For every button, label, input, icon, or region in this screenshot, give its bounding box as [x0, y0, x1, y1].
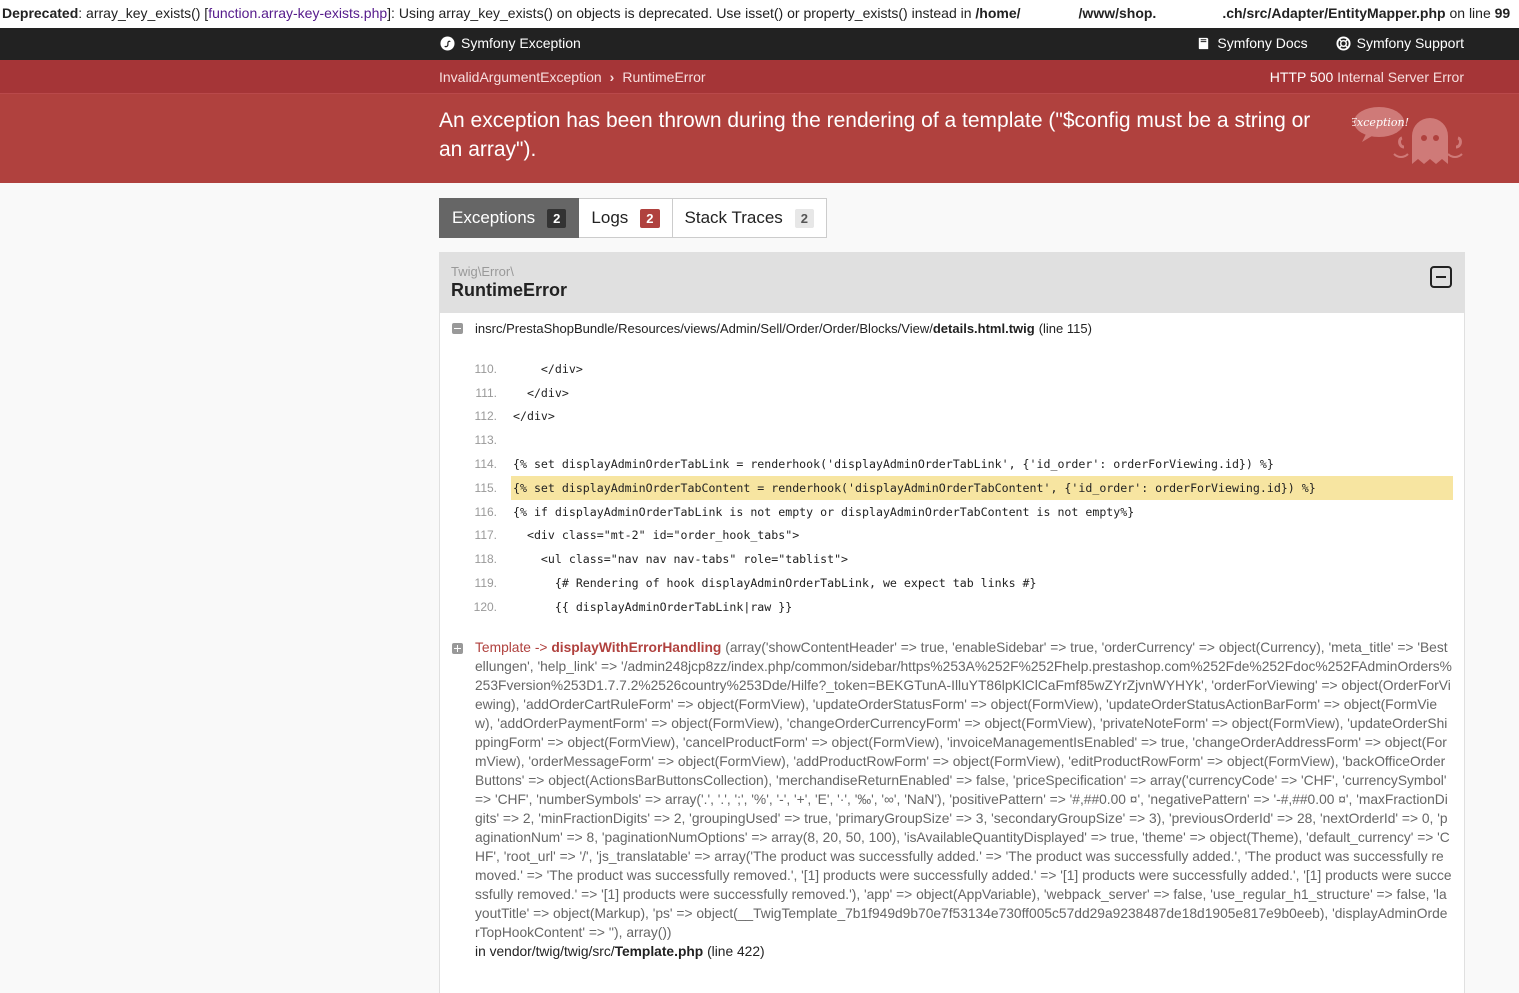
exception-ghost-icon: Exception! — [1352, 107, 1463, 164]
line-number: 113. — [474, 433, 497, 448]
exception-header: An exception has been thrown during the … — [0, 94, 1519, 183]
symfony-support-link[interactable]: Symfony Support — [1336, 35, 1464, 51]
tab-stack-traces[interactable]: Stack Traces 2 — [672, 198, 828, 238]
exception-class: RuntimeError — [451, 280, 568, 300]
breadcrumb-item-1: InvalidArgumentException — [439, 69, 602, 85]
line-source: {% if displayAdminOrderTabLink is not em… — [513, 504, 1135, 519]
http-status: HTTP 500 Internal Server Error — [1270, 69, 1464, 85]
symfony-logo-icon — [440, 35, 455, 51]
tab-logs[interactable]: Logs 2 — [579, 198, 673, 238]
brand-title: Symfony Exception — [461, 35, 581, 51]
docs-label: Symfony Docs — [1217, 35, 1308, 51]
tab-exceptions-label: Exceptions — [452, 208, 536, 227]
code-line: 112. </div> — [453, 405, 1453, 429]
tab-exceptions-count: 2 — [547, 208, 567, 228]
line-number: 116. — [474, 504, 497, 519]
line-source: {% set displayAdminOrderTabContent = ren… — [511, 475, 1453, 500]
code-line: 110. </div> — [453, 357, 1453, 381]
line-source: </div> — [513, 409, 555, 424]
http-status-text: Internal Server Error — [1337, 69, 1464, 85]
line-number: 119. — [474, 576, 497, 591]
ghost-logo-text: Exception! — [1352, 116, 1409, 129]
php-doc-link[interactable]: function.array-key-exists.php — [208, 5, 387, 21]
frame-location-line: (line 422) — [707, 944, 765, 959]
line-source: </div> — [513, 361, 583, 376]
chevron-right-icon: › — [609, 69, 615, 85]
frame-arguments: (array('showContentHeader' => true, 'ena… — [475, 640, 1452, 940]
code-line: 116. {% if displayAdminOrderTabLink is no… — [453, 500, 1453, 524]
line-number: 117. — [474, 528, 497, 543]
tab-stack-traces-count: 2 — [794, 208, 815, 228]
support-label: Symfony Support — [1356, 35, 1464, 51]
tab-logs-label: Logs — [591, 208, 629, 227]
lifebuoy-icon — [1336, 35, 1351, 51]
line-number: 112. — [474, 409, 497, 424]
collapse-toggle-icon[interactable] — [1430, 266, 1452, 288]
tab-logs-count: 2 — [640, 208, 660, 228]
http-status-code: HTTP 500 — [1269, 69, 1334, 85]
line-number: 111. — [475, 385, 497, 400]
deprecated-path-3: .ch/src/Adapter/EntityMapper.php — [1222, 5, 1446, 21]
line-source: <div class="mt-2" id="order_hook_tabs"> — [513, 528, 800, 543]
line-source — [511, 428, 1453, 452]
code-line: 120. {{ displayAdminOrderTabLink|raw }} — [453, 595, 1453, 619]
deprecated-message: ]: Using array_key_exists() on objects i… — [387, 5, 976, 21]
deprecated-label: Deprecated — [2, 5, 79, 21]
code-line-highlighted: 115. {% set displayAdminOrderTabContent =… — [453, 475, 1453, 500]
line-number: 114. — [474, 457, 497, 472]
breadcrumb-item-2: RuntimeError — [622, 69, 706, 85]
deprecated-line-number: 99 — [1494, 5, 1511, 21]
tab-exceptions[interactable]: Exceptions 2 — [439, 198, 580, 238]
location-prefix: in — [475, 321, 486, 336]
symfony-brand: Symfony Exception — [440, 35, 581, 51]
frame-location-file: Template.php — [614, 944, 704, 959]
exception-message: An exception has been thrown during the … — [439, 109, 1311, 161]
trace-location: in src/PrestaShopBundle/Resources/views/… — [452, 321, 1092, 336]
tab-stack-traces-label: Stack Traces — [684, 208, 783, 227]
code-line: 117. <div class="mt-2" id="order_hook_ta… — [453, 524, 1453, 548]
exception-breadcrumb: InvalidArgumentException › RuntimeError … — [0, 60, 1519, 94]
code-line: 114. {% set displayAdminOrderTabLink = re… — [453, 452, 1453, 476]
line-source: {% set displayAdminOrderTabLink = render… — [513, 457, 1274, 472]
stack-frame: Template -> displayWithErrorHandling (ar… — [452, 638, 1452, 961]
book-icon — [1199, 37, 1209, 49]
location-path: src/PrestaShopBundle/Resources/views/Adm… — [485, 321, 933, 336]
location-line: (line 115) — [1038, 321, 1092, 336]
deprecated-path-1: /home/ — [975, 5, 1021, 21]
code-line: 111. </div> — [453, 381, 1453, 405]
line-number: 120. — [473, 599, 497, 614]
line-source: </div> — [513, 385, 569, 400]
exception-namespace: Twig\Error\ — [451, 264, 514, 279]
deprecated-prefix: : array_key_exists() [ — [78, 5, 209, 21]
deprecated-path-2: /www/shop. — [1078, 5, 1157, 21]
line-source: <ul class="nav nav nav-tabs" role="tabli… — [513, 552, 849, 567]
frame-function: displayWithErrorHandling — [551, 640, 722, 655]
deprecation-notice: Deprecated: array_key_exists() [function… — [0, 0, 1519, 28]
code-line: 118. <ul class="nav nav nav-tabs" role="… — [453, 547, 1453, 571]
line-number: 110. — [474, 361, 497, 376]
plus-icon[interactable] — [452, 643, 463, 654]
exception-panel: Twig\Error\ RuntimeError in src/PrestaSh… — [439, 252, 1465, 993]
code-excerpt: 110. </div> 111. </div> 112. </div> 113. … — [453, 357, 1453, 619]
line-source: {# Rendering of hook displayAdminOrderTa… — [513, 576, 1037, 591]
location-file: details.html.twig — [932, 321, 1035, 336]
line-number: 118. — [474, 552, 497, 567]
frame-arrow: -> — [530, 640, 552, 655]
exception-tabs: Exceptions 2 Logs 2 Stack Traces 2 — [439, 198, 828, 238]
line-number: 115. — [474, 480, 497, 495]
symfony-topbar: Symfony Exception Symfony Docs Symfony S… — [0, 28, 1519, 60]
frame-location-prefix: in vendor/twig/twig/src/ — [475, 944, 615, 959]
exception-panel-header: Twig\Error\ RuntimeError — [440, 253, 1464, 313]
minus-icon[interactable] — [452, 323, 463, 334]
code-line: 113. — [453, 428, 1453, 452]
line-source: {{ displayAdminOrderTabLink|raw }} — [513, 599, 793, 614]
code-line: 119. {# Rendering of hook displayAdminOr… — [453, 571, 1453, 595]
deprecated-on-line: on line — [1445, 5, 1495, 21]
symfony-docs-link[interactable]: Symfony Docs — [1196, 35, 1308, 51]
frame-class: Template — [475, 640, 531, 655]
